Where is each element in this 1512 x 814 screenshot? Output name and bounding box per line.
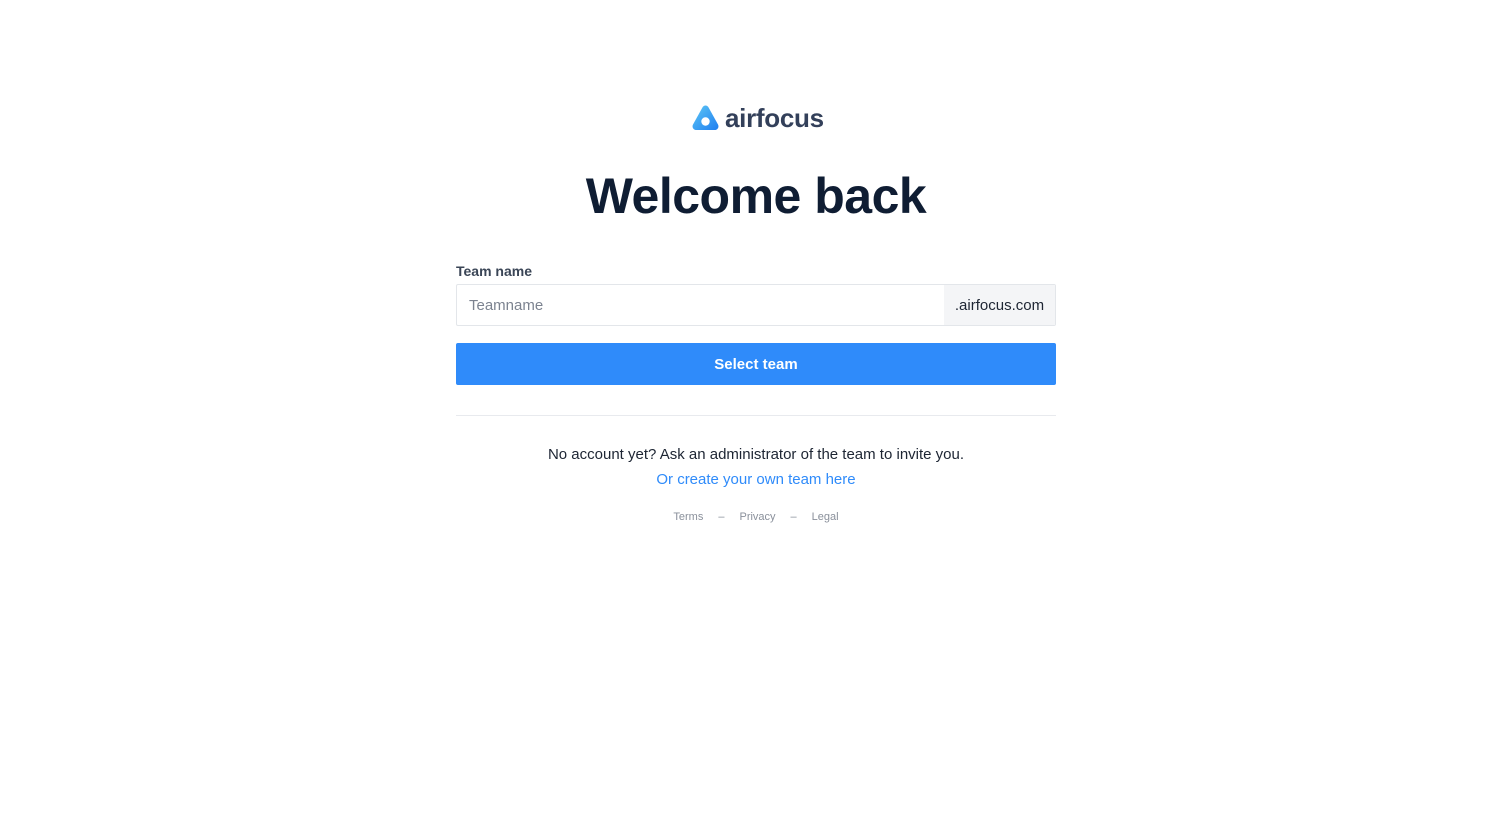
team-name-label: Team name xyxy=(456,263,532,279)
no-account-text: No account yet? Ask an administrator of … xyxy=(547,446,965,463)
legal-link[interactable]: Legal xyxy=(812,510,839,524)
footer-separator: – xyxy=(718,511,725,523)
logo-wordmark: airfocus xyxy=(725,103,824,133)
domain-suffix: .airfocus.com xyxy=(944,285,1055,325)
footer-separator: – xyxy=(790,511,797,523)
select-team-button[interactable]: Select team xyxy=(456,343,1056,385)
divider xyxy=(456,415,1056,416)
footer-links: Terms – Privacy – Legal xyxy=(0,510,1512,524)
brand-logo[interactable]: airfocus xyxy=(691,103,824,133)
terms-link[interactable]: Terms xyxy=(673,510,703,524)
create-team-link-container: Or create your own team here xyxy=(0,470,1512,489)
team-name-input-group: .airfocus.com xyxy=(456,284,1056,326)
login-page: airfocus Welcome back Team name .airfocu… xyxy=(0,0,1512,814)
create-team-link[interactable]: Or create your own team here xyxy=(656,471,855,488)
airfocus-logo-icon xyxy=(692,105,719,130)
page-title: Welcome back xyxy=(585,168,927,224)
privacy-link[interactable]: Privacy xyxy=(739,510,775,524)
team-name-input[interactable] xyxy=(457,285,944,325)
